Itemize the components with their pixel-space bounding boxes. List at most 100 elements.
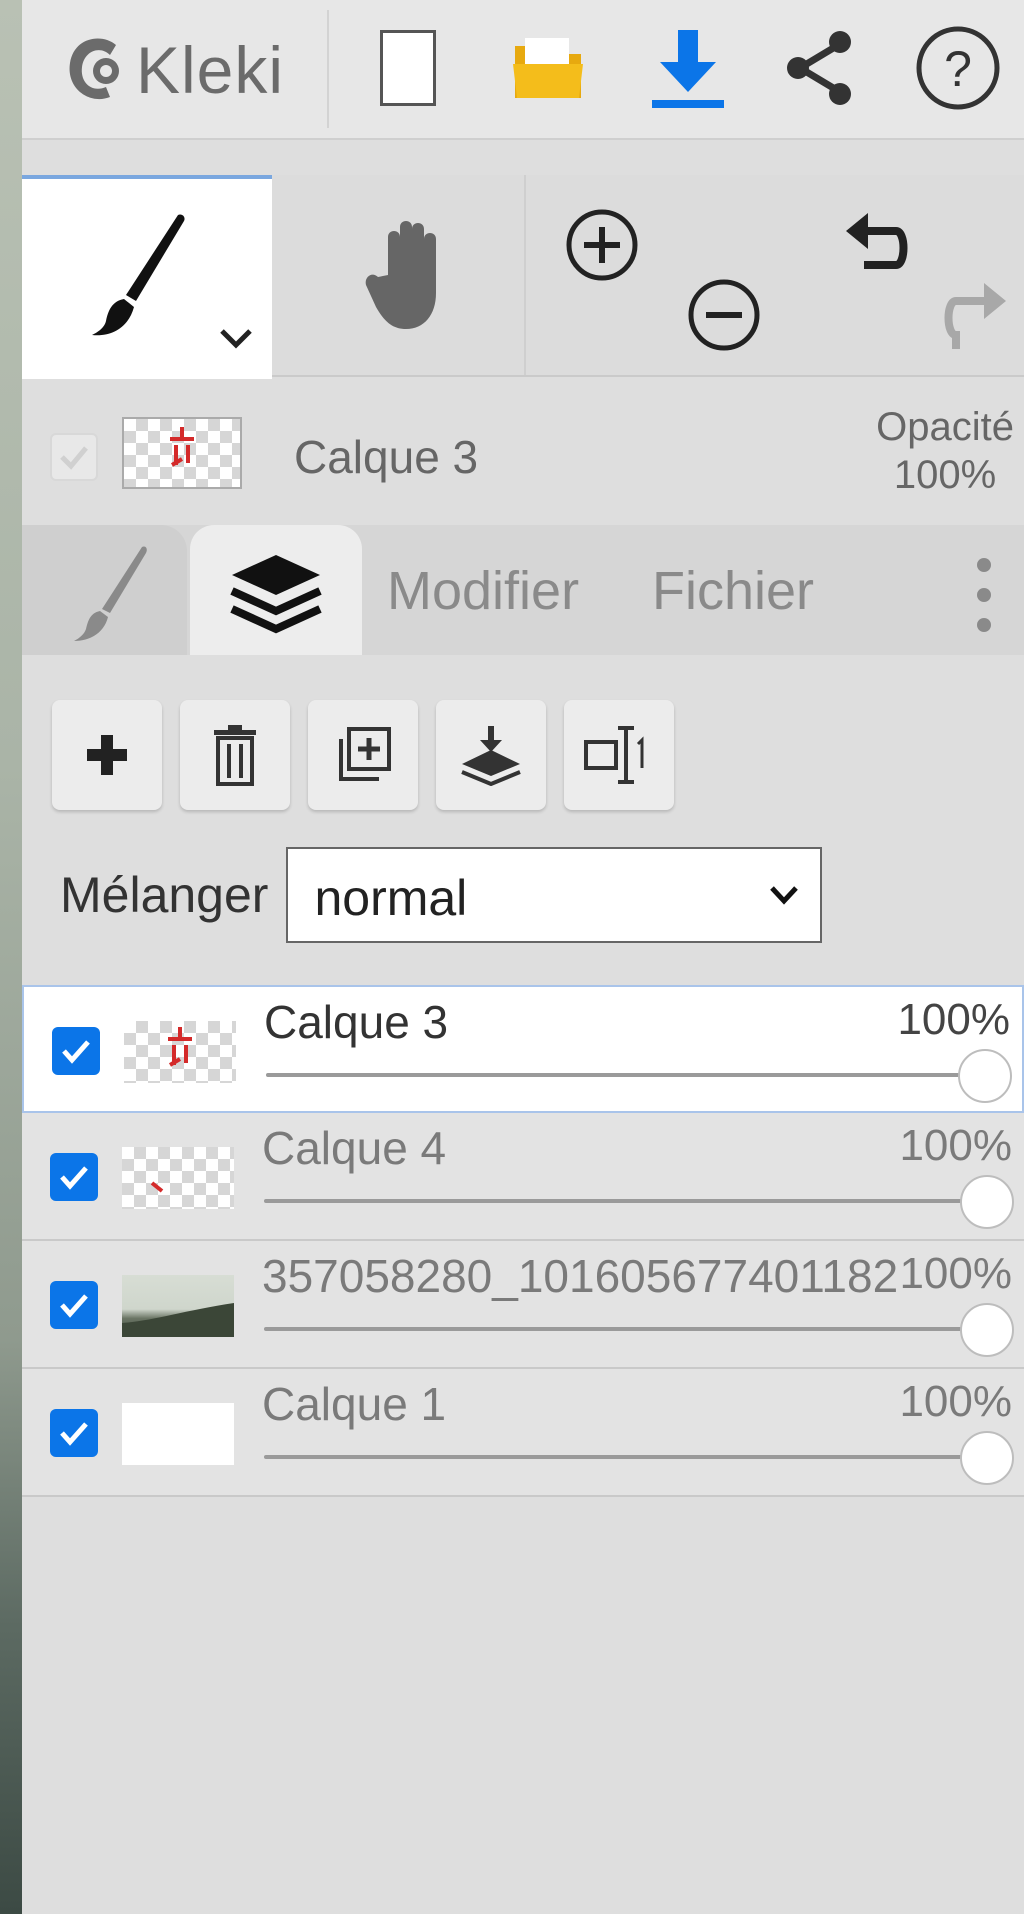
layer-thumbnail <box>122 1275 234 1337</box>
layer-row[interactable]: 357058280_101605677401182 100% <box>22 1241 1024 1369</box>
layer-toolbar <box>52 700 674 810</box>
blend-mode-row: Mélanger normal <box>60 846 823 944</box>
layer-opacity: 100% <box>897 1377 1012 1427</box>
more-menu-button[interactable] <box>964 555 1004 635</box>
layer-visibility-checkbox[interactable] <box>50 1153 98 1201</box>
download-button[interactable] <box>642 22 734 114</box>
help-icon: ? <box>916 26 1000 110</box>
layer-name[interactable]: Calque 4 <box>262 1121 446 1175</box>
blend-mode-select[interactable]: normal <box>286 847 823 943</box>
app-name: Kleki <box>136 33 285 107</box>
help-button[interactable]: ? <box>912 22 1004 114</box>
blend-mode-value: normal <box>314 870 468 926</box>
layer-opacity-slider[interactable] <box>266 1073 986 1077</box>
share-icon <box>787 31 851 105</box>
layers-icon <box>230 555 322 634</box>
layer-visibility-checkbox[interactable] <box>50 1281 98 1329</box>
trash-icon <box>214 725 256 786</box>
layer-name[interactable]: 357058280_101605677401182 <box>262 1249 898 1303</box>
zoom-in-button[interactable] <box>562 205 642 285</box>
slider-knob[interactable] <box>960 1175 1014 1229</box>
brush-icon <box>74 546 147 641</box>
layer-thumbnail <box>122 1403 234 1465</box>
layer-list: Calque 3 100% Calque 4 100% 357058280_10… <box>22 985 1024 1497</box>
redo-button[interactable] <box>932 275 1012 355</box>
canvas-area[interactable] <box>0 0 24 1914</box>
tab-edit[interactable]: Modifier <box>387 560 579 622</box>
brush-icon <box>92 214 185 336</box>
layer-visibility-checkbox[interactable] <box>52 1027 100 1075</box>
delete-layer-button[interactable] <box>180 700 290 810</box>
tab-brush[interactable] <box>22 525 187 655</box>
merge-down-icon <box>461 726 521 786</box>
open-folder-icon <box>513 38 583 98</box>
panel-tabs: Modifier Fichier <box>22 525 1024 655</box>
duplicate-layer-button[interactable] <box>308 700 418 810</box>
open-file-button[interactable] <box>502 22 594 114</box>
chevron-down-icon <box>220 329 252 349</box>
new-image-button[interactable] <box>362 22 454 114</box>
undo-button[interactable] <box>840 205 920 285</box>
layer-name[interactable]: Calque 1 <box>262 1377 446 1431</box>
opacity-label: Opacité <box>876 405 1014 449</box>
add-layer-button[interactable] <box>52 700 162 810</box>
slider-knob[interactable] <box>960 1303 1014 1357</box>
check-icon <box>60 446 88 470</box>
zoom-out-button[interactable] <box>684 275 764 355</box>
rename-icon <box>584 726 644 784</box>
more-vertical-icon <box>977 558 991 632</box>
check-icon <box>60 1294 88 1318</box>
layer-row[interactable]: Calque 3 100% <box>22 985 1024 1113</box>
tool-row <box>22 175 1024 379</box>
hand-icon <box>365 221 436 329</box>
blend-mode-label: Mélanger <box>60 867 269 923</box>
undo-icon <box>846 213 908 269</box>
layer-visibility-checkbox[interactable] <box>50 1409 98 1457</box>
current-layer-opacity: Opacité 100% <box>876 403 1014 499</box>
redo-icon <box>944 283 1006 349</box>
kleki-logo[interactable]: Kleki <box>62 30 284 110</box>
current-layer-info: Calque 3 Opacité 100% <box>22 395 1024 515</box>
plus-icon <box>87 735 127 775</box>
layer-drawing-icon <box>150 1181 164 1193</box>
photo-landscape-icon <box>122 1303 234 1337</box>
check-icon <box>60 1422 88 1446</box>
merge-down-button[interactable] <box>436 700 546 810</box>
duplicate-icon <box>339 727 391 781</box>
check-icon <box>62 1040 90 1064</box>
top-bar: Kleki ? <box>22 0 1024 140</box>
layer-row[interactable]: Calque 4 100% <box>22 1113 1024 1241</box>
current-layer-visibility-checkbox[interactable] <box>50 433 98 481</box>
layer-opacity-slider[interactable] <box>264 1327 984 1331</box>
slider-knob[interactable] <box>960 1431 1014 1485</box>
zoom-in-icon <box>566 209 638 281</box>
layer-thumbnail <box>122 1147 234 1209</box>
new-image-icon <box>380 30 436 106</box>
share-button[interactable] <box>774 22 866 114</box>
kleki-logo-icon <box>69 38 119 100</box>
opacity-value: 100% <box>893 453 997 497</box>
svg-text:?: ? <box>944 41 972 97</box>
zoom-out-icon <box>688 279 760 351</box>
layer-opacity: 100% <box>897 1249 1012 1299</box>
tab-file[interactable]: Fichier <box>652 560 814 622</box>
tab-layers[interactable] <box>190 525 362 655</box>
layer-drawing-icon <box>170 427 194 467</box>
chevron-down-icon <box>770 886 799 905</box>
side-panel: Kleki ? Calque 3 Opacité 100% Modifier F… <box>22 0 1024 1914</box>
divider <box>327 10 329 128</box>
current-layer-thumbnail <box>122 417 242 489</box>
slider-knob[interactable] <box>958 1049 1012 1103</box>
check-icon <box>60 1166 88 1190</box>
rename-layer-button[interactable] <box>564 700 674 810</box>
hand-tool-button[interactable] <box>284 175 534 375</box>
current-layer-name: Calque 3 <box>294 431 479 483</box>
brush-tool-button[interactable] <box>22 175 272 379</box>
layer-row[interactable]: Calque 1 100% <box>22 1369 1024 1497</box>
divider <box>524 175 526 375</box>
layer-opacity-slider[interactable] <box>264 1199 984 1203</box>
layer-thumbnail <box>124 1021 236 1083</box>
layer-name[interactable]: Calque 3 <box>264 995 448 1049</box>
layer-opacity-slider[interactable] <box>264 1455 984 1459</box>
download-icon <box>652 30 724 108</box>
